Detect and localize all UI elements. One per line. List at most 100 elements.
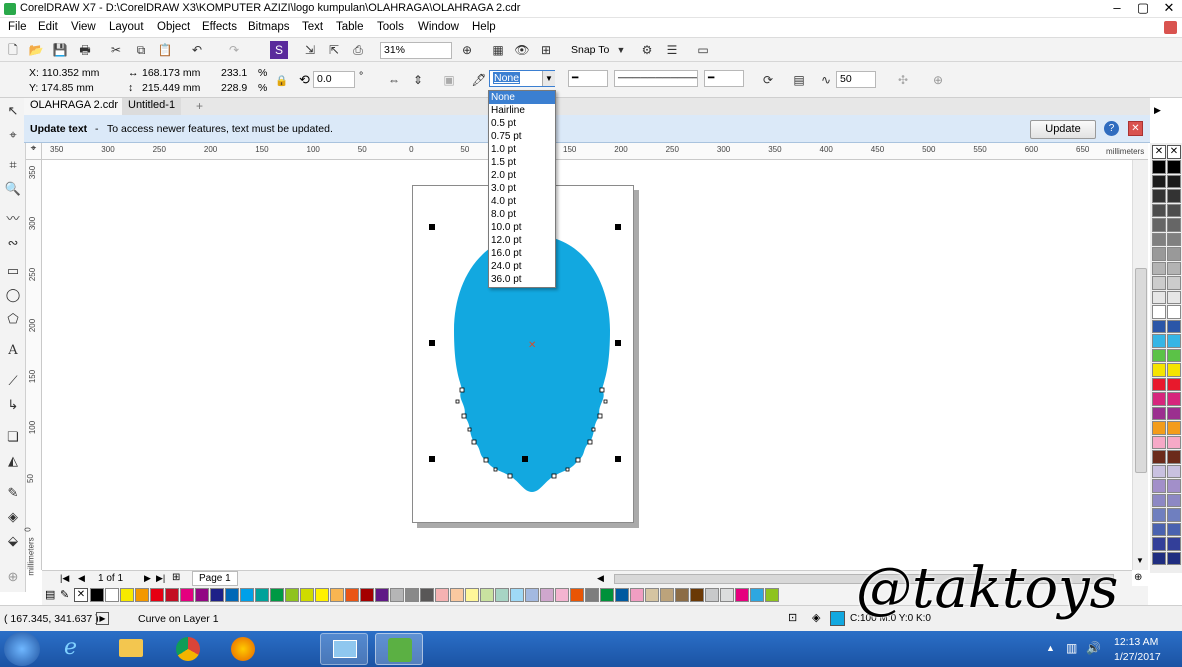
vertical-ruler[interactable]: 350 300 250 200 150 100 50 0 millimeters <box>24 160 42 576</box>
palette-swatch[interactable] <box>1167 276 1181 290</box>
outline-width-option[interactable]: 1.5 pt <box>489 156 555 169</box>
outline-width-option[interactable]: Hairline <box>489 104 555 117</box>
outline-width-option[interactable]: 2.0 pt <box>489 169 555 182</box>
outline-pen-icon[interactable]: 🖋 <box>470 71 488 89</box>
palette-swatch[interactable] <box>1167 450 1181 464</box>
palette-swatch[interactable] <box>1152 537 1166 551</box>
add-icon[interactable]: ⊕ <box>929 71 947 89</box>
outline-width-option[interactable]: 1.0 pt <box>489 143 555 156</box>
palette-swatch[interactable] <box>1167 551 1181 565</box>
paste-icon[interactable]: 📋 <box>156 41 174 59</box>
view-rulers-icon[interactable]: 👁 <box>513 41 531 59</box>
palette-swatch[interactable] <box>1167 232 1181 246</box>
start-button[interactable] <box>4 632 40 666</box>
snap-to-menu[interactable]: Snap To <box>571 44 609 56</box>
palette-swatch[interactable] <box>1152 363 1166 377</box>
page-last-icon[interactable]: ▶| <box>156 573 165 584</box>
taskbar-explorer[interactable] <box>107 633 155 665</box>
parallel-dimension-icon[interactable]: ⟋ <box>4 372 22 390</box>
text-tool-icon[interactable]: A <box>4 342 22 360</box>
palette-swatch[interactable] <box>1152 189 1166 203</box>
outline-width-option[interactable]: 24.0 pt <box>489 260 555 273</box>
palette-swatch[interactable] <box>1152 232 1166 246</box>
zoom-tool-icon[interactable]: 🔍 <box>4 180 22 198</box>
page-first-icon[interactable]: |◀ <box>60 573 69 584</box>
palette-swatch[interactable] <box>1167 508 1181 522</box>
palette-swatch[interactable] <box>630 588 644 602</box>
taskbar-chrome[interactable] <box>162 633 210 665</box>
menu-edit[interactable]: Edit <box>38 21 58 33</box>
palette-swatch[interactable] <box>585 588 599 602</box>
height-field[interactable]: 215.449 mm <box>142 82 200 94</box>
palette-swatch[interactable] <box>120 588 134 602</box>
palette-swatch[interactable] <box>510 588 524 602</box>
eyedropper-icon[interactable]: ✎ <box>4 484 22 502</box>
palette-swatch[interactable] <box>1152 174 1166 188</box>
outline-width-option[interactable]: 12.0 pt <box>489 234 555 247</box>
palette-swatch[interactable] <box>1152 406 1166 420</box>
palette-swatch[interactable] <box>525 588 539 602</box>
palette-swatch[interactable] <box>195 588 209 602</box>
selection-handle-mr[interactable] <box>615 340 621 346</box>
palette-swatch[interactable] <box>555 588 569 602</box>
palette-swatch[interactable] <box>1167 203 1181 217</box>
update-button[interactable]: Update <box>1030 120 1096 139</box>
search-content-icon[interactable]: S <box>270 41 288 59</box>
palette-swatch[interactable] <box>645 588 659 602</box>
palette-swatch[interactable] <box>1152 479 1166 493</box>
palette-swatch[interactable] <box>1167 174 1181 188</box>
palette-swatch[interactable] <box>1167 348 1181 362</box>
status-expand-icon[interactable]: ▶ <box>96 612 109 625</box>
palette-swatch[interactable] <box>1167 319 1181 333</box>
scale-y-field[interactable]: 228.9 <box>221 82 247 94</box>
palette-swatch[interactable] <box>375 588 389 602</box>
selection-handle-bl[interactable] <box>429 456 435 462</box>
new-icon[interactable]: 🗋 <box>4 41 22 59</box>
page-tab[interactable]: Page 1 <box>192 571 238 586</box>
palette-swatch[interactable] <box>1152 247 1166 261</box>
fill-color-swatch[interactable] <box>830 611 845 626</box>
palette-swatch[interactable] <box>1152 305 1166 319</box>
close-infobar-icon[interactable]: ✕ <box>1128 121 1143 136</box>
full-screen-icon[interactable]: ▦ <box>489 41 507 59</box>
palette-swatch[interactable] <box>1152 203 1166 217</box>
export-icon[interactable]: ⇱ <box>325 41 343 59</box>
volume-icon[interactable]: 🔊 <box>1086 641 1101 655</box>
quick-customize-icon[interactable]: ✣ <box>894 71 912 89</box>
zoom-level-select[interactable]: 31% <box>380 42 452 59</box>
palette-swatch[interactable] <box>270 588 284 602</box>
palette-swatch[interactable] <box>255 588 269 602</box>
menu-bitmaps[interactable]: Bitmaps <box>248 21 290 33</box>
menu-effects[interactable]: Effects <box>202 21 237 33</box>
pick-tool-icon[interactable]: ↖ <box>4 102 22 120</box>
palette-swatch[interactable] <box>225 588 239 602</box>
palette-swatch[interactable] <box>1152 261 1166 275</box>
palette-swatch[interactable] <box>345 588 359 602</box>
palette-up-icon[interactable]: ▶ <box>1154 105 1161 116</box>
palette-swatch[interactable] <box>1167 421 1181 435</box>
palette-swatch[interactable] <box>480 588 494 602</box>
palette-swatch[interactable] <box>360 588 374 602</box>
width-field[interactable]: 168.173 mm <box>142 67 200 79</box>
taskbar-coreldraw[interactable] <box>375 633 423 665</box>
selection-handle-br[interactable] <box>615 456 621 462</box>
eyedropper-palette-icon[interactable]: ✎ <box>60 588 69 601</box>
add-page-icon[interactable]: ⊞ <box>172 572 180 583</box>
outline-width-option[interactable]: 8.0 pt <box>489 208 555 221</box>
palette-swatch[interactable] <box>615 588 629 602</box>
clock-date[interactable]: 1/27/2017 <box>1114 651 1161 663</box>
end-arrowhead-select[interactable]: ━ <box>704 70 744 87</box>
palette-swatch[interactable] <box>150 588 164 602</box>
palette-swatch[interactable] <box>735 588 749 602</box>
smart-fill-icon[interactable]: ⬙ <box>4 532 22 550</box>
palette-swatch[interactable] <box>570 588 584 602</box>
wrap-text-icon[interactable]: ▤ <box>790 71 808 89</box>
selection-handle-tr[interactable] <box>615 224 621 230</box>
color-proof-icon[interactable]: ⊡ <box>788 611 797 624</box>
zoom-fit-icon[interactable]: ⊕ <box>458 41 476 59</box>
outline-width-option[interactable]: 3.0 pt <box>489 182 555 195</box>
menu-table[interactable]: Table <box>336 21 364 33</box>
menu-window[interactable]: Window <box>418 21 459 33</box>
app-launcher-icon[interactable]: ☰ <box>663 41 681 59</box>
palette-swatch[interactable] <box>1152 290 1166 304</box>
